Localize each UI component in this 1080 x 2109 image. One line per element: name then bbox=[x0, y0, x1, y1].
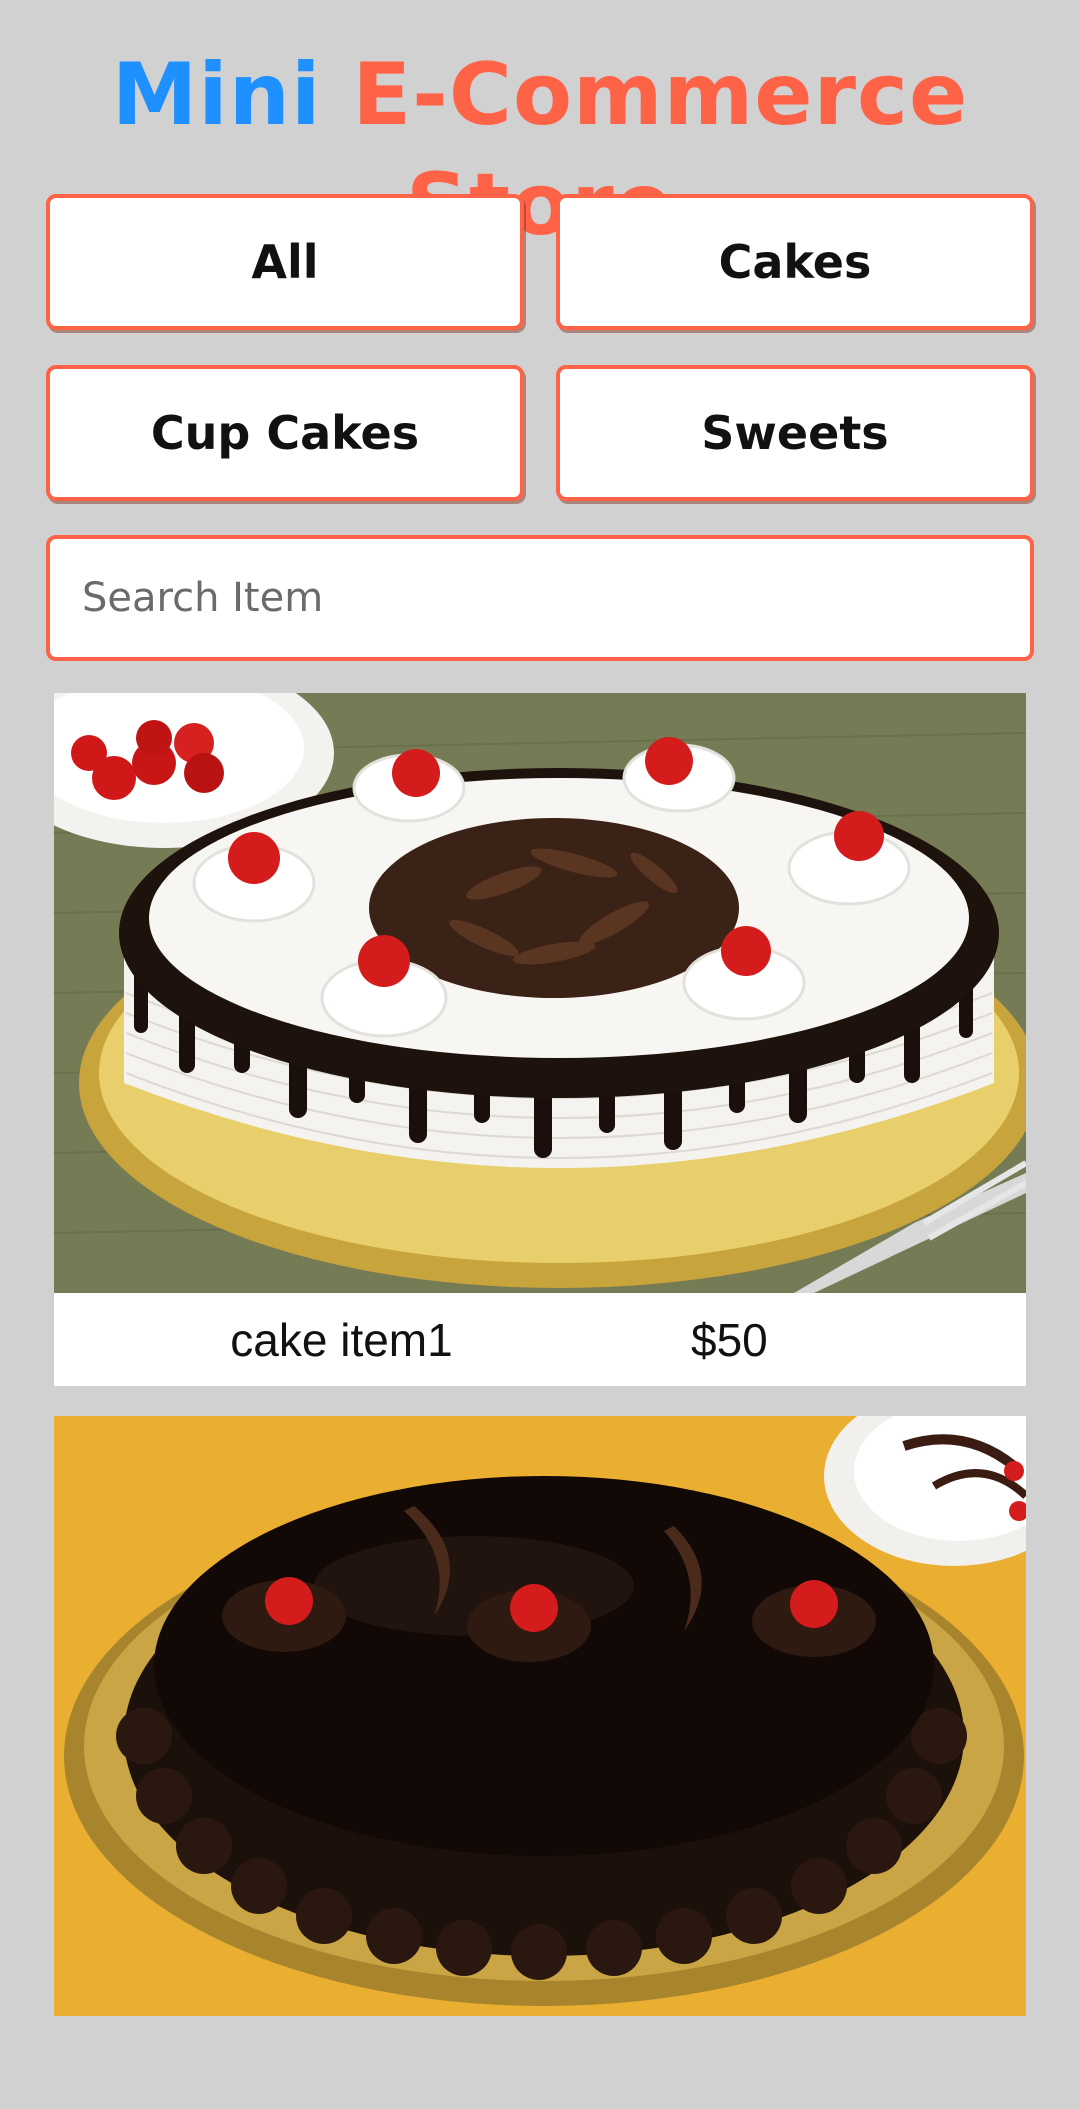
product-card[interactable]: cake item1 $50 bbox=[54, 693, 1026, 1386]
product-image bbox=[54, 1416, 1026, 2016]
title-mini: Mini bbox=[111, 45, 322, 145]
filter-cupcakes-button[interactable]: Cup Cakes bbox=[46, 365, 524, 501]
filter-cakes-button[interactable]: Cakes bbox=[556, 194, 1034, 330]
product-card[interactable] bbox=[54, 1416, 1026, 2016]
product-image bbox=[54, 693, 1026, 1293]
filter-all-button[interactable]: All bbox=[46, 194, 524, 330]
product-info: cake item1 $50 bbox=[54, 1293, 1026, 1386]
product-name: cake item1 bbox=[230, 1313, 453, 1366]
search-input[interactable] bbox=[46, 535, 1034, 661]
product-info bbox=[54, 2016, 1026, 2109]
filter-sweets-button[interactable]: Sweets bbox=[556, 365, 1034, 501]
product-price: $50 bbox=[691, 1313, 768, 1366]
